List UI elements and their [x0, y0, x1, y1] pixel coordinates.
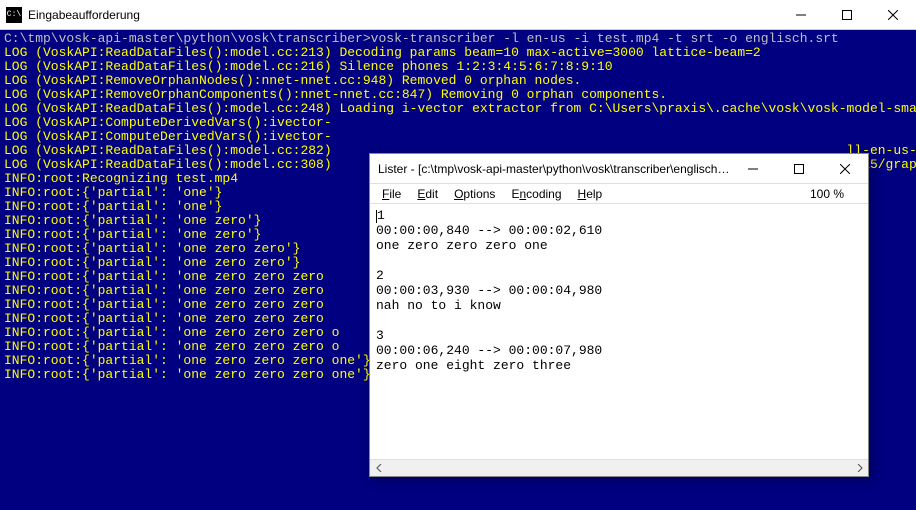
minimize-button[interactable]: [778, 0, 824, 30]
menu-edit[interactable]: Edit: [409, 187, 446, 201]
menu-help[interactable]: Help: [570, 187, 611, 201]
lister-menu-bar: File Edit Options Encoding Help 100 %: [370, 184, 868, 204]
scroll-right-arrow[interactable]: [851, 460, 868, 477]
lister-window-title: Lister - [c:\tmp\vosk-api-master\python\…: [370, 162, 730, 176]
lister-minimize-button[interactable]: [730, 154, 776, 184]
percent-indicator: 100 %: [810, 187, 864, 201]
menu-options[interactable]: Options: [446, 187, 503, 201]
close-button[interactable]: [870, 0, 916, 30]
terminal-line: C:\tmp\vosk-api-master\python\vosk\trans…: [4, 32, 912, 46]
scroll-left-arrow[interactable]: [370, 460, 387, 477]
terminal-line: LOG (VoskAPI:ComputeDerivedVars():ivecto…: [4, 116, 912, 130]
lister-text-content[interactable]: 1 00:00:00,840 --> 00:00:02,610 one zero…: [370, 204, 868, 458]
terminal-line: LOG (VoskAPI:RemoveOrphanNodes():nnet-nn…: [4, 74, 912, 88]
menu-encoding[interactable]: Encoding: [503, 187, 569, 201]
terminal-line: LOG (VoskAPI:ReadDataFiles():model.cc:24…: [4, 102, 912, 116]
main-title-bar[interactable]: C:\ Eingabeaufforderung: [0, 0, 916, 30]
terminal-line: LOG (VoskAPI:RemoveOrphanComponents():nn…: [4, 88, 912, 102]
terminal-line: LOG (VoskAPI:ReadDataFiles():model.cc:21…: [4, 60, 912, 74]
lister-close-button[interactable]: [822, 154, 868, 184]
lister-maximize-button[interactable]: [776, 154, 822, 184]
maximize-button[interactable]: [824, 0, 870, 30]
cmd-icon: C:\: [6, 7, 22, 23]
main-window-title: Eingabeaufforderung: [28, 8, 778, 22]
menu-file[interactable]: File: [374, 187, 409, 201]
lister-window: Lister - [c:\tmp\vosk-api-master\python\…: [369, 153, 869, 477]
lister-title-bar[interactable]: Lister - [c:\tmp\vosk-api-master\python\…: [370, 154, 868, 184]
lister-horizontal-scrollbar[interactable]: [370, 459, 868, 476]
terminal-line: LOG (VoskAPI:ReadDataFiles():model.cc:21…: [4, 46, 912, 60]
terminal-line: LOG (VoskAPI:ComputeDerivedVars():ivecto…: [4, 130, 912, 144]
